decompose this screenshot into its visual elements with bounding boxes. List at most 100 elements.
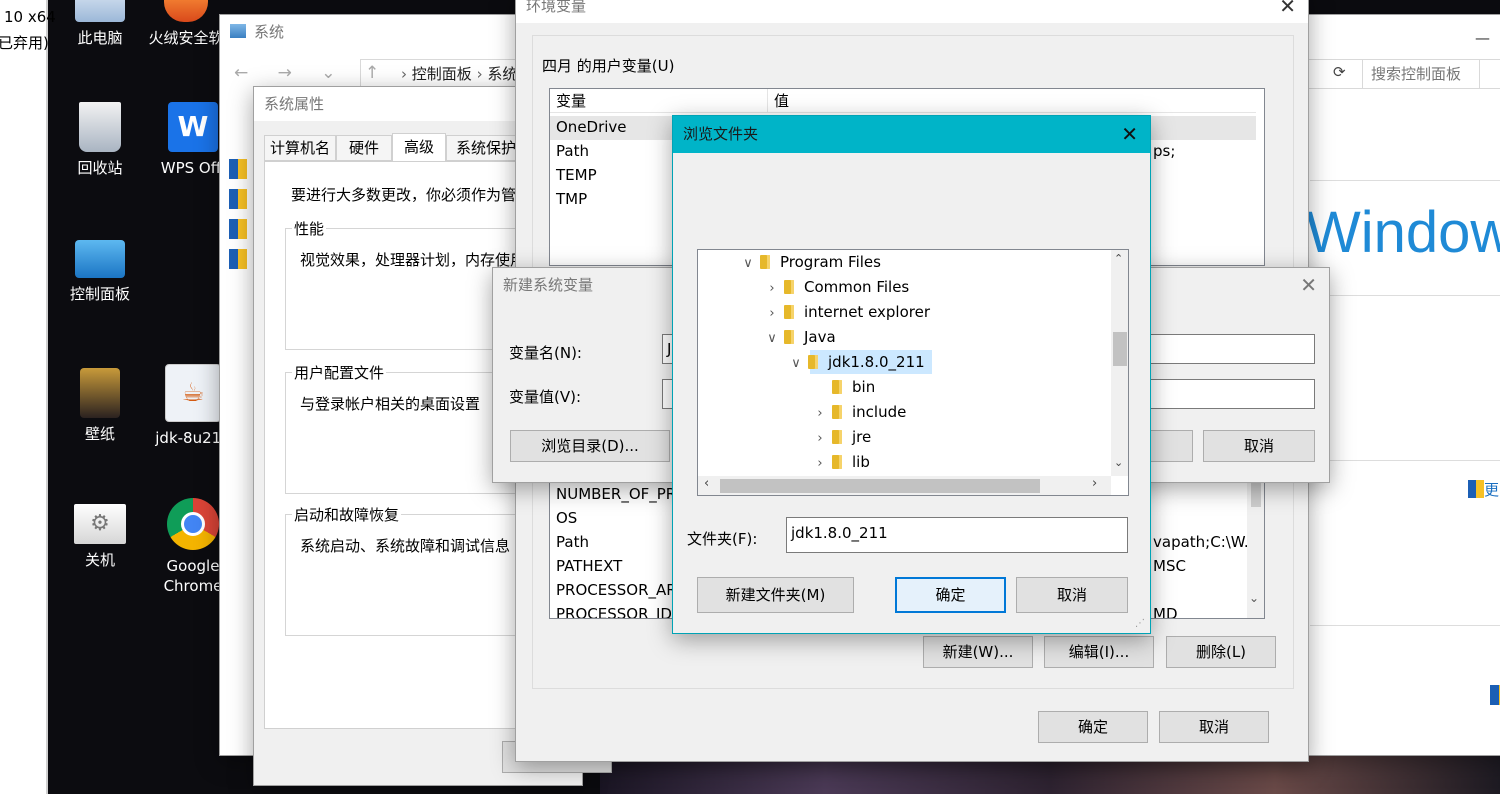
desktop-icon-wallpaper[interactable]: 壁纸 — [50, 368, 150, 444]
browse-cancel-button[interactable]: 取消 — [1016, 577, 1128, 613]
env-edit-button[interactable]: 编辑(I)... — [1044, 636, 1154, 668]
scrollbar-thumb[interactable] — [1113, 332, 1127, 366]
chevron-down-icon[interactable]: ∨ — [764, 327, 780, 351]
env-ok-button[interactable]: 确定 — [1038, 711, 1148, 743]
folder-tree[interactable]: ∨ Program Files › Common Files › internet e… — [697, 249, 1129, 496]
folder-name-field[interactable]: jdk1.8.0_211 — [786, 517, 1128, 553]
tree-item-java[interactable]: ∨ Java — [764, 325, 836, 351]
var-name-label: 变量名(N): — [509, 344, 582, 362]
tab-system-protection[interactable]: 系统保护 — [446, 135, 526, 161]
tab-hardware[interactable]: 硬件 — [336, 135, 392, 161]
table-row[interactable]: Path — [556, 533, 589, 551]
group-text: 与登录帐户相关的桌面设置 — [300, 395, 481, 413]
table-row[interactable]: OneDrive — [556, 118, 627, 136]
new-var-cancel-button[interactable]: 取消 — [1203, 430, 1315, 462]
tree-item-program-files[interactable]: ∨ Program Files — [740, 250, 881, 274]
tree-item-common-files[interactable]: › Common Files — [764, 275, 909, 299]
desktop-icon-control-panel[interactable]: 控制面板 — [50, 240, 150, 304]
refresh-icon[interactable]: ⟳ — [1333, 63, 1346, 81]
browse-directory-button[interactable]: 浏览目录(D)... — [510, 430, 670, 462]
search-input[interactable]: 搜索控制面板 — [1362, 59, 1500, 89]
tree-item-internet-explorer[interactable]: › internet explorer — [764, 300, 930, 324]
tree-item-jdk[interactable]: ∨ jdk1.8.0_211 — [788, 350, 925, 376]
tab-computer-name[interactable]: 计算机名 — [264, 135, 336, 161]
desktop-icon-recycle-bin[interactable]: 回收站 — [50, 102, 150, 178]
chevron-down-icon[interactable]: ⌄ — [1249, 591, 1259, 605]
chevron-right-icon[interactable]: › — [812, 452, 828, 476]
tree-item-label[interactable]: bin — [852, 378, 875, 396]
tree-item-include[interactable]: › include — [812, 400, 906, 424]
java-installer-icon: ☕ — [165, 364, 221, 422]
tab-advanced[interactable]: 高级 — [392, 133, 446, 163]
env-vars-title: 环境变量 — [516, 0, 1308, 23]
folder-icon — [784, 330, 794, 344]
scrollbar[interactable]: ⌄ — [1247, 479, 1264, 618]
chevron-right-icon[interactable]: › — [812, 427, 828, 451]
tree-scrollbar-h[interactable]: ‹ › — [698, 476, 1111, 495]
chevron-right-icon[interactable]: › — [764, 302, 780, 326]
system-window-title-text: 系统 — [254, 23, 285, 41]
table-row[interactable]: PROCESSOR_IDE — [556, 605, 681, 618]
table-row[interactable]: TEMP — [556, 166, 597, 184]
column-header-value[interactable]: 值 — [768, 89, 1256, 113]
chrome-icon — [167, 498, 219, 550]
column-header-variable[interactable]: 变量 — [550, 89, 768, 113]
browse-folder-title-text: 浏览文件夹 — [683, 125, 759, 143]
desktop-icon-this-pc[interactable]: 此电脑 — [50, 0, 150, 48]
tree-item-label[interactable]: Common Files — [804, 278, 909, 296]
tree-item-jre[interactable]: › jre — [812, 425, 871, 449]
table-row[interactable]: PROCESSOR_AR — [556, 581, 677, 599]
close-icon[interactable]: ✕ — [1300, 268, 1317, 302]
more-link-text[interactable]: 更 — [1484, 481, 1499, 499]
tree-item-label[interactable]: Program Files — [780, 253, 881, 271]
scrollbar-thumb[interactable] — [1251, 479, 1261, 507]
chevron-down-icon[interactable]: ∨ — [740, 252, 756, 276]
browse-ok-button[interactable]: 确定 — [895, 577, 1006, 613]
desktop-icon-shutdown[interactable]: ⚙ 关机 — [50, 504, 150, 570]
desktop-icon-label: 此电脑 — [77, 29, 123, 47]
desktop-icon-label: Google Chrome — [163, 557, 223, 595]
recycle-bin-icon — [79, 102, 121, 152]
var-value-label: 变量值(V): — [509, 388, 582, 406]
shield-icon — [229, 219, 247, 239]
shield-icon — [229, 159, 247, 179]
env-delete-button[interactable]: 删除(L) — [1166, 636, 1276, 668]
tree-item-bin[interactable]: bin — [812, 375, 875, 399]
resize-grip-icon[interactable]: ⋰ — [1135, 618, 1145, 629]
chevron-down-icon[interactable]: ∨ — [788, 352, 804, 376]
chevron-left-icon[interactable]: ‹ — [704, 476, 709, 491]
close-icon[interactable]: ✕ — [1279, 0, 1296, 23]
chevron-down-icon[interactable]: ⌄ — [1114, 456, 1123, 469]
tree-item-label[interactable]: lib — [852, 453, 870, 471]
tree-item-label[interactable]: jre — [852, 428, 871, 446]
control-panel-icon — [75, 240, 125, 278]
minimize-icon[interactable]: — — [1475, 29, 1490, 47]
tree-item-label[interactable]: internet explorer — [804, 303, 930, 321]
more-link[interactable]: 更 — [1468, 479, 1499, 500]
shield-icon — [1490, 685, 1500, 705]
tree-item-label[interactable]: jdk1.8.0_211 — [828, 353, 925, 371]
scrollbar-thumb[interactable] — [720, 479, 1040, 493]
chevron-right-icon[interactable]: › — [812, 402, 828, 426]
chevron-up-icon[interactable]: ⌃ — [1114, 252, 1123, 265]
table-row[interactable]: TMP — [556, 190, 587, 208]
table-cell-value: ps; — [1153, 142, 1176, 160]
table-row[interactable]: Path — [556, 142, 589, 160]
env-cancel-button[interactable]: 取消 — [1159, 711, 1269, 743]
breadcrumb-item[interactable]: 控制面板 — [412, 65, 472, 83]
breadcrumb-item[interactable]: 系统 — [487, 65, 517, 83]
table-row[interactable]: OS — [556, 509, 577, 527]
table-row[interactable]: NUMBER_OF_PR — [556, 485, 676, 503]
group-label: 性能 — [292, 218, 327, 239]
table-row[interactable]: PATHEXT — [556, 557, 622, 575]
close-icon[interactable]: ✕ — [1121, 116, 1138, 153]
chevron-right-icon[interactable]: › — [764, 277, 780, 301]
tree-scrollbar-v[interactable]: ⌃ ⌄ — [1111, 250, 1128, 476]
env-new-button[interactable]: 新建(W)... — [923, 636, 1033, 668]
new-folder-button[interactable]: 新建文件夹(M) — [697, 577, 854, 613]
this-pc-icon — [75, 0, 125, 22]
tree-item-lib[interactable]: › lib — [812, 450, 870, 476]
chevron-right-icon[interactable]: › — [1092, 476, 1097, 491]
tree-item-label[interactable]: include — [852, 403, 906, 421]
tree-item-label[interactable]: Java — [804, 328, 836, 346]
